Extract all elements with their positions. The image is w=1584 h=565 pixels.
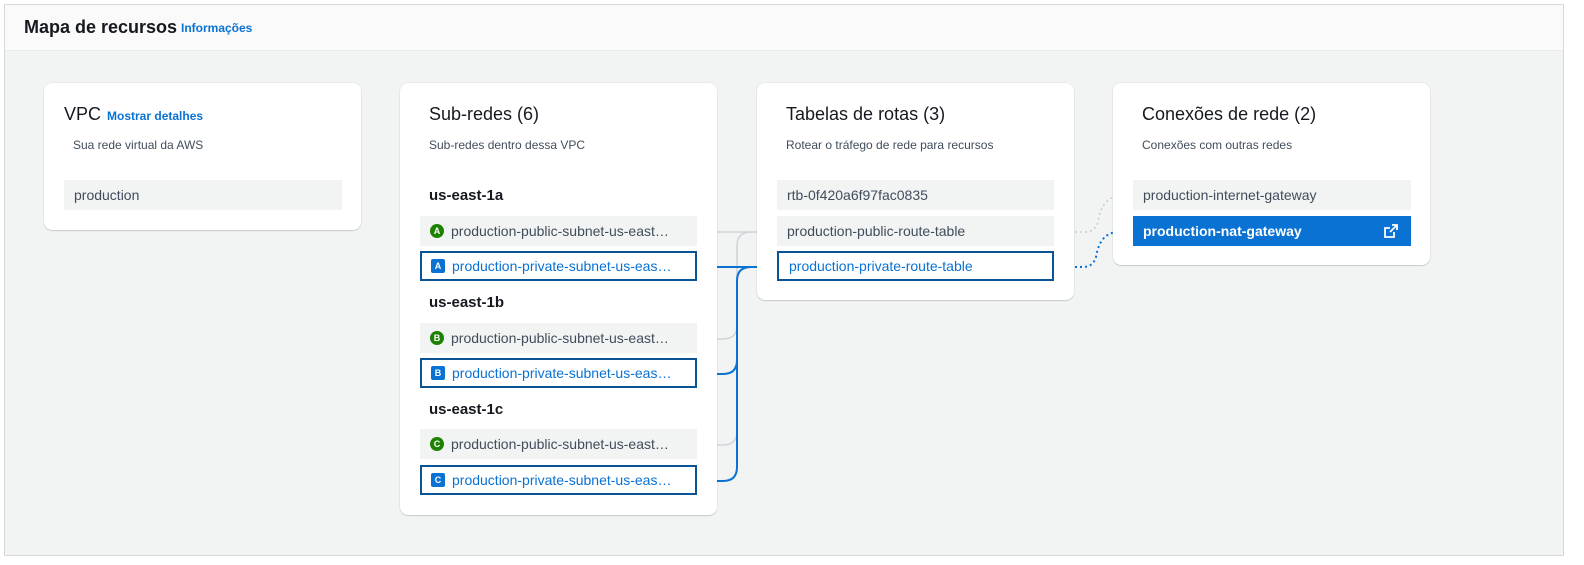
subnet-private-a[interactable]: Aproduction-private-subnet-us-eas… bbox=[420, 251, 697, 281]
nat-gateway-label: production-nat-gateway bbox=[1143, 223, 1302, 239]
zone-label-us-east-1b: us-east-1b bbox=[429, 294, 505, 311]
vpc-item-production[interactable]: production bbox=[64, 180, 342, 210]
private-subnet-badge: A bbox=[431, 259, 445, 274]
vpc-card-title-row: VPC Mostrar detalhes bbox=[64, 104, 203, 125]
connections-card: Conexões de rede (2) Conexões com outras… bbox=[1113, 83, 1430, 265]
resource-map-panel: Mapa de recursos Informações VPC Mostrar … bbox=[4, 4, 1564, 556]
subnet-label: production-public-subnet-us-east… bbox=[451, 330, 669, 346]
vpc-card-description: Sua rede virtual da AWS bbox=[73, 138, 204, 152]
route-tables-card: Tabelas de rotas (3) Rotear o tráfego de… bbox=[757, 83, 1074, 300]
subnet-label: production-private-subnet-us-eas… bbox=[452, 365, 672, 381]
subnet-public-c[interactable]: Cproduction-public-subnet-us-east… bbox=[420, 429, 697, 459]
subnets-card-title: Sub-redes (6) bbox=[429, 104, 540, 124]
route-table-main[interactable]: rtb-0f420a6f97fac0835 bbox=[777, 180, 1054, 210]
subnet-private-c[interactable]: Cproduction-private-subnet-us-eas… bbox=[420, 465, 697, 495]
show-details-link[interactable]: Mostrar detalhes bbox=[107, 109, 203, 123]
subnet-label: production-private-subnet-us-eas… bbox=[452, 472, 672, 488]
connections-card-title: Conexões de rede (2) bbox=[1142, 104, 1317, 124]
internet-gateway-item[interactable]: production-internet-gateway bbox=[1133, 180, 1411, 210]
subnets-card: Sub-redes (6) Sub-redes dentro dessa VPC… bbox=[400, 83, 717, 515]
subnet-public-b[interactable]: Bproduction-public-subnet-us-east… bbox=[420, 323, 697, 353]
external-link-icon[interactable] bbox=[1383, 223, 1399, 239]
private-subnet-badge: C bbox=[431, 473, 445, 488]
route-tables-card-title: Tabelas de rotas (3) bbox=[786, 104, 946, 124]
subnet-label: production-private-subnet-us-eas… bbox=[452, 258, 672, 274]
route-table-private[interactable]: production-private-route-table bbox=[777, 251, 1054, 281]
route-tables-card-description: Rotear o tráfego de rede para recursos bbox=[786, 138, 994, 152]
private-subnet-badge: B bbox=[431, 366, 445, 381]
nat-gateway-item[interactable]: production-nat-gateway bbox=[1133, 216, 1411, 246]
public-subnet-badge: C bbox=[430, 437, 444, 452]
subnet-label: production-public-subnet-us-east… bbox=[451, 223, 669, 239]
public-subnet-badge: A bbox=[430, 224, 444, 239]
subnet-label: production-public-subnet-us-east… bbox=[451, 436, 669, 452]
connections-card-description: Conexões com outras redes bbox=[1142, 138, 1293, 152]
subnet-private-b[interactable]: Bproduction-private-subnet-us-eas… bbox=[420, 358, 697, 388]
zone-label-us-east-1a: us-east-1a bbox=[429, 187, 504, 204]
public-subnet-badge: B bbox=[430, 331, 444, 346]
subnets-card-description: Sub-redes dentro dessa VPC bbox=[429, 138, 586, 152]
route-table-public[interactable]: production-public-route-table bbox=[777, 216, 1054, 246]
subnet-public-a[interactable]: Aproduction-public-subnet-us-east… bbox=[420, 216, 697, 246]
zone-label-us-east-1c: us-east-1c bbox=[429, 401, 504, 418]
vpc-card: VPC Mostrar detalhes Sua rede virtual da … bbox=[44, 83, 361, 230]
vpc-card-title: VPC bbox=[64, 104, 102, 124]
